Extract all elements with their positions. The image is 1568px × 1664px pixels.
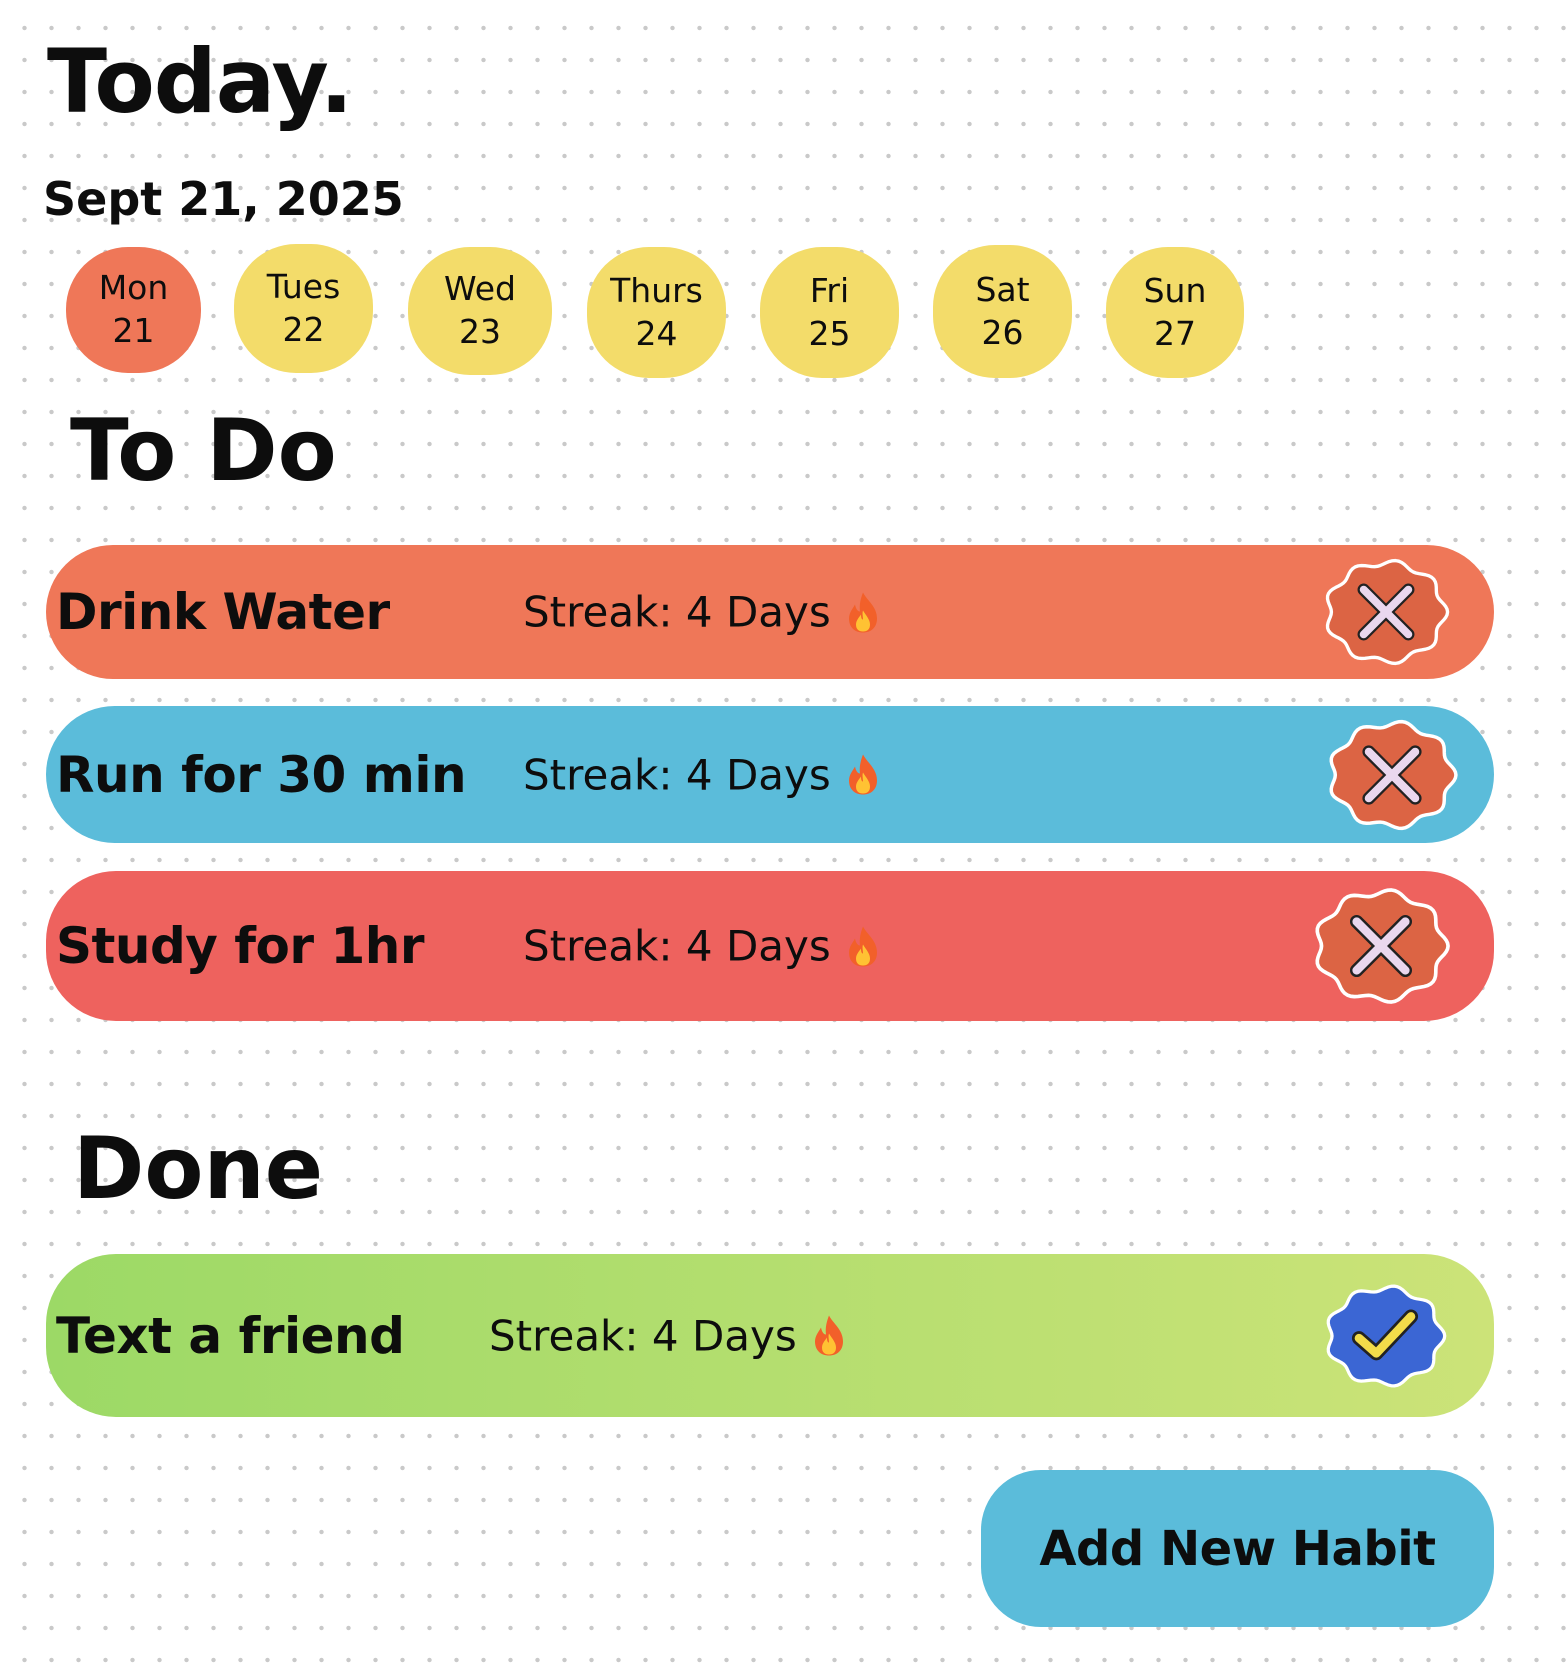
day-number: 22 xyxy=(282,309,325,349)
fire-icon xyxy=(843,924,883,968)
fire-icon xyxy=(843,590,883,634)
mark-done-button[interactable] xyxy=(1319,556,1453,668)
page-title: Today. xyxy=(47,30,353,133)
habit-row-drink-water: Drink Water Streak: 4 Days xyxy=(46,545,1494,679)
day-name: Wed xyxy=(444,269,516,309)
habit-row-run: Run for 30 min Streak: 4 Days xyxy=(46,706,1494,843)
habit-name: Study for 1hr xyxy=(56,917,425,975)
day-pill-fri[interactable]: Fri 25 xyxy=(760,247,899,378)
habit-streak: Streak: 4 Days xyxy=(523,750,883,799)
day-name: Tues xyxy=(266,266,341,306)
day-number: 21 xyxy=(112,311,155,350)
current-date: Sept 21, 2025 xyxy=(43,172,404,226)
mark-done-button[interactable] xyxy=(1308,885,1454,1007)
fire-icon xyxy=(809,1314,849,1358)
x-badge-icon xyxy=(1315,888,1450,1004)
streak-label: Streak: 4 Days xyxy=(523,587,831,637)
day-name: Fri xyxy=(809,270,850,310)
habit-row-study: Study for 1hr Streak: 4 Days xyxy=(46,871,1494,1021)
day-number: 27 xyxy=(1154,313,1196,353)
day-pill-sun[interactable]: Sun 27 xyxy=(1106,247,1244,378)
day-name: Sat xyxy=(975,269,1030,309)
day-number: 26 xyxy=(981,312,1024,352)
day-pill-thurs[interactable]: Thurs 24 xyxy=(587,247,726,378)
streak-label: Streak: 4 Days xyxy=(523,921,831,971)
day-number: 23 xyxy=(459,312,501,351)
day-pill-wed[interactable]: Wed 23 xyxy=(408,247,552,375)
x-badge-icon xyxy=(1325,558,1450,666)
fire-icon xyxy=(843,753,883,797)
day-pill-mon[interactable]: Mon 21 xyxy=(66,247,201,373)
day-name: Thurs xyxy=(610,270,703,310)
mark-done-button[interactable] xyxy=(1322,717,1462,833)
day-pill-tues[interactable]: Tues 22 xyxy=(234,244,373,373)
habit-name: Text a friend xyxy=(56,1306,405,1365)
todo-heading: To Do xyxy=(70,401,337,501)
streak-label: Streak: 4 Days xyxy=(523,750,831,799)
habit-streak: Streak: 4 Days xyxy=(523,588,883,637)
check-badge-icon xyxy=(1326,1284,1447,1387)
habit-name: Drink Water xyxy=(56,583,390,641)
habit-streak: Streak: 4 Days xyxy=(489,1311,849,1360)
day-number: 25 xyxy=(808,313,851,353)
mark-undone-button[interactable] xyxy=(1320,1272,1450,1400)
day-pill-sat[interactable]: Sat 26 xyxy=(933,245,1072,378)
habit-streak: Streak: 4 Days xyxy=(523,922,883,971)
day-name: Mon xyxy=(98,268,169,308)
streak-label: Streak: 4 Days xyxy=(489,1311,797,1360)
x-badge-icon xyxy=(1329,719,1458,830)
add-new-habit-button[interactable]: Add New Habit xyxy=(981,1470,1494,1627)
habit-name: Run for 30 min xyxy=(56,745,467,804)
habit-row-text-friend: Text a friend Streak: 4 Days xyxy=(46,1254,1494,1417)
done-heading: Done xyxy=(73,1119,324,1219)
day-name: Sun xyxy=(1143,270,1207,310)
day-number: 24 xyxy=(635,313,678,353)
